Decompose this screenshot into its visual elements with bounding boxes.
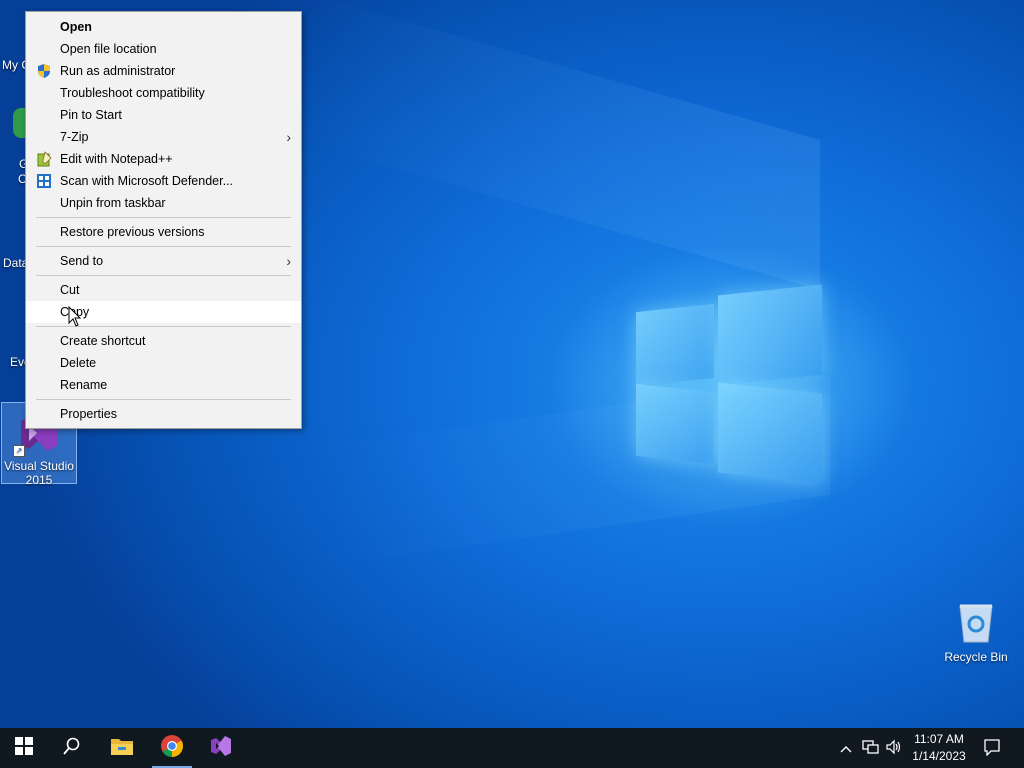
logo-pane [636, 383, 714, 465]
shield-icon [36, 63, 52, 79]
menu-item-open[interactable]: Open [26, 16, 301, 38]
menu-item-label: Restore previous versions [60, 225, 205, 239]
light-beam [300, 0, 820, 291]
menu-item-run-as-administrator[interactable]: Run as administrator [26, 60, 301, 82]
network-button[interactable] [860, 728, 882, 768]
search-icon [63, 737, 81, 760]
menu-item-properties[interactable]: Properties [26, 403, 301, 425]
clock-date: 1/14/2023 [912, 749, 966, 763]
menu-item-label: Edit with Notepad++ [60, 152, 173, 166]
menu-item-rename[interactable]: Rename [26, 374, 301, 396]
taskbar-visual-studio[interactable] [197, 728, 245, 768]
volume-button[interactable] [884, 728, 904, 768]
start-icon [15, 736, 33, 760]
menu-separator [36, 399, 291, 400]
windows-logo-wallpaper [636, 284, 822, 484]
clock-time: 11:07 AM [914, 732, 964, 746]
menu-item-pin-to-start[interactable]: Pin to Start [26, 104, 301, 126]
menu-item-label: Unpin from taskbar [60, 196, 166, 210]
menu-item-label: Scan with Microsoft Defender... [60, 174, 233, 188]
menu-item-restore-previous-versions[interactable]: Restore previous versions [26, 221, 301, 243]
menu-item-7-zip[interactable]: 7-Zip › [26, 126, 301, 148]
menu-item-label: Send to [60, 254, 104, 268]
menu-item-cut[interactable]: Cut [26, 279, 301, 301]
shortcut-arrow-icon: ↗ [13, 445, 25, 457]
menu-item-troubleshoot-compatibility[interactable]: Troubleshoot compatibility [26, 82, 301, 104]
notification-icon [983, 738, 1001, 759]
logo-pane [636, 303, 714, 387]
context-menu: Open Open file location Run as administr… [25, 11, 302, 429]
defender-icon [36, 173, 52, 189]
recycle-bin-icon [956, 600, 996, 644]
menu-item-label: Run as administrator [60, 64, 176, 78]
chrome-icon [160, 734, 184, 763]
notepad-plus-plus-icon [36, 151, 52, 167]
desktop-icon-label: Recycle Bin [944, 650, 1008, 664]
menu-item-label: 7-Zip [60, 130, 89, 144]
menu-separator [36, 217, 291, 218]
menu-item-label: Cut [60, 283, 80, 297]
menu-item-create-shortcut[interactable]: Create shortcut [26, 330, 301, 352]
start-button[interactable] [0, 728, 48, 768]
taskbar-file-explorer[interactable] [98, 728, 146, 768]
logo-pane [718, 284, 822, 386]
menu-item-label: Properties [60, 407, 117, 421]
chevron-up-icon [840, 741, 852, 756]
menu-separator [36, 275, 291, 276]
desktop-icon-recycle-bin[interactable]: Recycle Bin [940, 600, 1012, 664]
menu-item-unpin-from-taskbar[interactable]: Unpin from taskbar [26, 192, 301, 214]
taskbar: 11:07 AM 1/14/2023 [0, 728, 1024, 768]
logo-pane [718, 382, 822, 484]
chevron-right-icon: › [286, 129, 291, 145]
chevron-right-icon: › [286, 253, 291, 269]
menu-item-open-file-location[interactable]: Open file location [26, 38, 301, 60]
menu-item-label: Open [60, 20, 92, 34]
visual-studio-icon [209, 734, 233, 763]
menu-item-label: Rename [60, 378, 108, 392]
search-button[interactable] [48, 728, 96, 768]
menu-item-scan-with-defender[interactable]: Scan with Microsoft Defender... [26, 170, 301, 192]
desktop-icon-label: Visual Studio 2015 [4, 459, 74, 487]
menu-item-label: Troubleshoot compatibility [60, 86, 205, 100]
taskbar-clock[interactable]: 11:07 AM 1/14/2023 [906, 731, 972, 765]
network-icon [862, 739, 880, 758]
volume-icon [886, 739, 902, 758]
show-hidden-icons-button[interactable] [836, 728, 856, 768]
mouse-cursor-icon [68, 305, 82, 333]
taskbar-chrome[interactable] [148, 728, 196, 768]
file-explorer-icon [110, 736, 134, 761]
menu-separator [36, 246, 291, 247]
menu-item-label: Create shortcut [60, 334, 146, 348]
menu-item-delete[interactable]: Delete [26, 352, 301, 374]
menu-item-label: Delete [60, 356, 97, 370]
menu-item-label: Open file location [60, 42, 157, 56]
action-center-button[interactable] [978, 728, 1006, 768]
menu-item-edit-with-notepad-plus-plus[interactable]: Edit with Notepad++ [26, 148, 301, 170]
menu-item-label: Pin to Start [60, 108, 122, 122]
menu-item-send-to[interactable]: Send to › [26, 250, 301, 272]
